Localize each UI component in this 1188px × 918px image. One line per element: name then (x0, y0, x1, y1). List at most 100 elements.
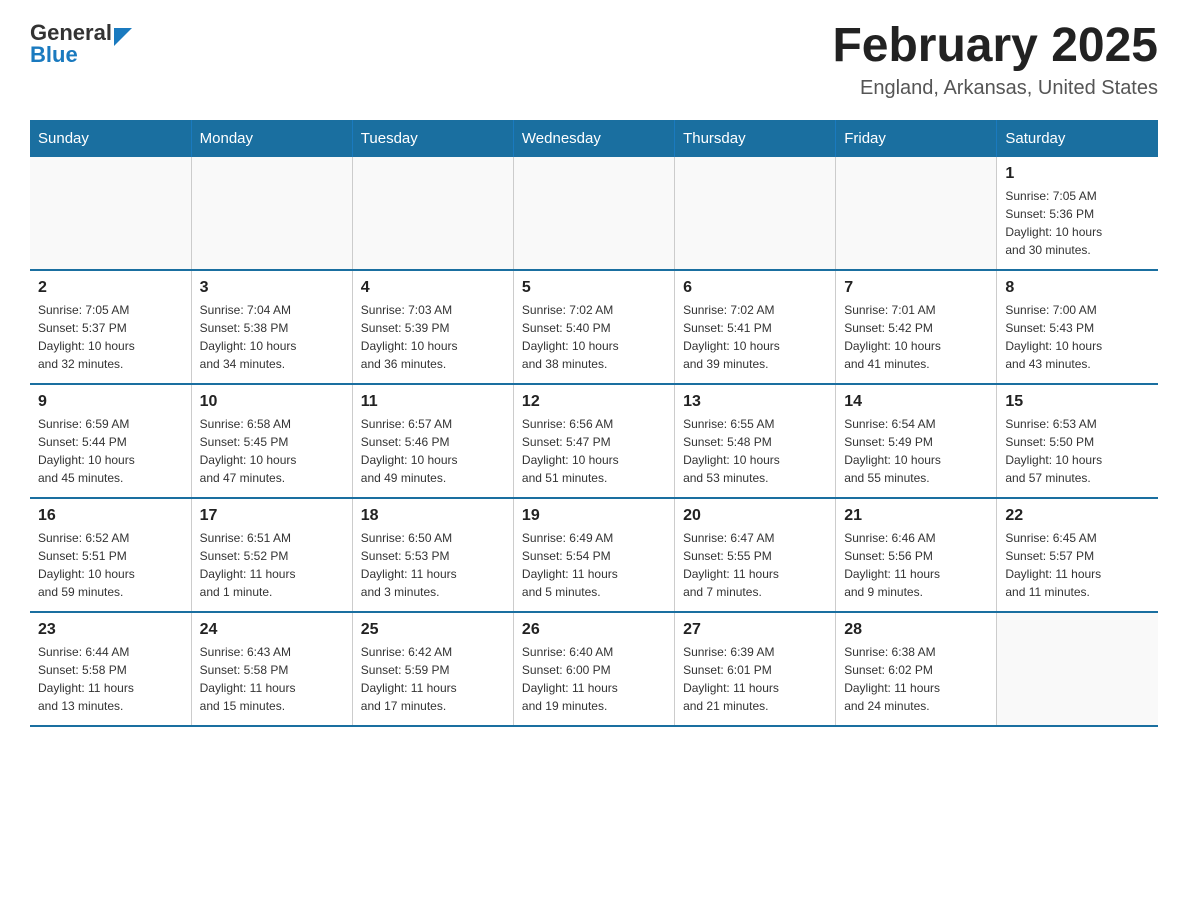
weekday-header-wednesday: Wednesday (513, 120, 674, 157)
calendar-cell: 20 Sunrise: 6:47 AMSunset: 5:55 PMDayligh… (675, 498, 836, 612)
day-number: 8 (1005, 279, 1150, 297)
day-info: Sunrise: 7:03 AMSunset: 5:39 PMDaylight:… (361, 301, 505, 373)
day-info: Sunrise: 7:01 AMSunset: 5:42 PMDaylight:… (844, 301, 988, 373)
calendar-cell (513, 157, 674, 270)
calendar-week-row: 1Sunrise: 7:05 AMSunset: 5:36 PMDaylight… (30, 157, 1158, 270)
calendar-cell: 4 Sunrise: 7:03 AMSunset: 5:39 PMDaylight… (352, 270, 513, 384)
calendar-cell: 8Sunrise: 7:00 AMSunset: 5:43 PMDaylight… (997, 270, 1158, 384)
day-info: Sunrise: 6:46 AMSunset: 5:56 PMDaylight:… (844, 529, 988, 601)
calendar-cell: 3 Sunrise: 7:04 AMSunset: 5:38 PMDaylight… (191, 270, 352, 384)
calendar-week-row: 23 Sunrise: 6:44 AMSunset: 5:58 PMDayligh… (30, 612, 1158, 726)
day-info: Sunrise: 7:05 AMSunset: 5:37 PMDaylight:… (38, 301, 183, 373)
weekday-header-sunday: Sunday (30, 120, 191, 157)
day-number: 19 (522, 507, 666, 525)
day-number: 17 (200, 507, 344, 525)
calendar-cell: 11Sunrise: 6:57 AMSunset: 5:46 PMDayligh… (352, 384, 513, 498)
calendar-cell: 5 Sunrise: 7:02 AMSunset: 5:40 PMDaylight… (513, 270, 674, 384)
calendar-cell: 17 Sunrise: 6:51 AMSunset: 5:52 PMDayligh… (191, 498, 352, 612)
calendar-cell (352, 157, 513, 270)
calendar-cell: 14 Sunrise: 6:54 AMSunset: 5:49 PMDayligh… (836, 384, 997, 498)
weekday-header-monday: Monday (191, 120, 352, 157)
day-number: 22 (1005, 507, 1150, 525)
day-number: 24 (200, 621, 344, 639)
weekday-header-friday: Friday (836, 120, 997, 157)
calendar-cell (30, 157, 191, 270)
day-info: Sunrise: 6:44 AMSunset: 5:58 PMDaylight:… (38, 643, 183, 715)
day-number: 12 (522, 393, 666, 411)
day-info: Sunrise: 6:56 AMSunset: 5:47 PMDaylight:… (522, 415, 666, 487)
calendar-cell (997, 612, 1158, 726)
calendar-cell: 16 Sunrise: 6:52 AMSunset: 5:51 PMDayligh… (30, 498, 191, 612)
day-number: 5 (522, 279, 666, 297)
day-info: Sunrise: 6:54 AMSunset: 5:49 PMDaylight:… (844, 415, 988, 487)
weekday-header-row: SundayMondayTuesdayWednesdayThursdayFrid… (30, 120, 1158, 157)
calendar-week-row: 16 Sunrise: 6:52 AMSunset: 5:51 PMDayligh… (30, 498, 1158, 612)
logo-blue-text: Blue (30, 42, 132, 68)
weekday-header-saturday: Saturday (997, 120, 1158, 157)
calendar-cell: 6 Sunrise: 7:02 AMSunset: 5:41 PMDaylight… (675, 270, 836, 384)
day-info: Sunrise: 6:50 AMSunset: 5:53 PMDaylight:… (361, 529, 505, 601)
calendar-cell: 2Sunrise: 7:05 AMSunset: 5:37 PMDaylight… (30, 270, 191, 384)
day-info: Sunrise: 6:42 AMSunset: 5:59 PMDaylight:… (361, 643, 505, 715)
day-info: Sunrise: 6:51 AMSunset: 5:52 PMDaylight:… (200, 529, 344, 601)
day-info: Sunrise: 6:58 AMSunset: 5:45 PMDaylight:… (200, 415, 344, 487)
calendar-cell: 9Sunrise: 6:59 AMSunset: 5:44 PMDaylight… (30, 384, 191, 498)
weekday-header-tuesday: Tuesday (352, 120, 513, 157)
calendar-cell: 7Sunrise: 7:01 AMSunset: 5:42 PMDaylight… (836, 270, 997, 384)
calendar-cell: 26 Sunrise: 6:40 AMSunset: 6:00 PMDayligh… (513, 612, 674, 726)
day-info: Sunrise: 6:55 AMSunset: 5:48 PMDaylight:… (683, 415, 827, 487)
day-number: 13 (683, 393, 827, 411)
title-area: February 2025 England, Arkansas, United … (832, 20, 1158, 100)
day-number: 16 (38, 507, 183, 525)
day-info: Sunrise: 6:59 AMSunset: 5:44 PMDaylight:… (38, 415, 183, 487)
day-number: 25 (361, 621, 505, 639)
day-number: 15 (1005, 393, 1150, 411)
day-number: 11 (361, 393, 505, 411)
day-number: 26 (522, 621, 666, 639)
day-number: 18 (361, 507, 505, 525)
weekday-header-thursday: Thursday (675, 120, 836, 157)
calendar-cell (675, 157, 836, 270)
calendar-cell: 27 Sunrise: 6:39 AMSunset: 6:01 PMDayligh… (675, 612, 836, 726)
day-number: 23 (38, 621, 183, 639)
calendar-cell: 10 Sunrise: 6:58 AMSunset: 5:45 PMDayligh… (191, 384, 352, 498)
calendar-week-row: 2Sunrise: 7:05 AMSunset: 5:37 PMDaylight… (30, 270, 1158, 384)
calendar-cell (836, 157, 997, 270)
day-info: Sunrise: 6:39 AMSunset: 6:01 PMDaylight:… (683, 643, 827, 715)
calendar-table: SundayMondayTuesdayWednesdayThursdayFrid… (30, 120, 1158, 727)
day-info: Sunrise: 6:43 AMSunset: 5:58 PMDaylight:… (200, 643, 344, 715)
day-info: Sunrise: 7:02 AMSunset: 5:41 PMDaylight:… (683, 301, 827, 373)
day-number: 10 (200, 393, 344, 411)
logo: General Blue (30, 20, 132, 68)
day-number: 28 (844, 621, 988, 639)
day-number: 3 (200, 279, 344, 297)
calendar-cell (191, 157, 352, 270)
calendar-week-row: 9Sunrise: 6:59 AMSunset: 5:44 PMDaylight… (30, 384, 1158, 498)
calendar-cell: 13 Sunrise: 6:55 AMSunset: 5:48 PMDayligh… (675, 384, 836, 498)
day-info: Sunrise: 7:05 AMSunset: 5:36 PMDaylight:… (1005, 187, 1150, 259)
calendar-cell: 28 Sunrise: 6:38 AMSunset: 6:02 PMDayligh… (836, 612, 997, 726)
calendar-cell: 15Sunrise: 6:53 AMSunset: 5:50 PMDayligh… (997, 384, 1158, 498)
day-info: Sunrise: 7:04 AMSunset: 5:38 PMDaylight:… (200, 301, 344, 373)
day-info: Sunrise: 6:52 AMSunset: 5:51 PMDaylight:… (38, 529, 183, 601)
day-number: 27 (683, 621, 827, 639)
day-number: 21 (844, 507, 988, 525)
day-number: 4 (361, 279, 505, 297)
day-info: Sunrise: 6:40 AMSunset: 6:00 PMDaylight:… (522, 643, 666, 715)
day-info: Sunrise: 6:49 AMSunset: 5:54 PMDaylight:… (522, 529, 666, 601)
day-info: Sunrise: 6:47 AMSunset: 5:55 PMDaylight:… (683, 529, 827, 601)
calendar-cell: 18 Sunrise: 6:50 AMSunset: 5:53 PMDayligh… (352, 498, 513, 612)
calendar-cell: 22 Sunrise: 6:45 AMSunset: 5:57 PMDayligh… (997, 498, 1158, 612)
day-info: Sunrise: 6:45 AMSunset: 5:57 PMDaylight:… (1005, 529, 1150, 601)
day-number: 6 (683, 279, 827, 297)
calendar-cell: 25 Sunrise: 6:42 AMSunset: 5:59 PMDayligh… (352, 612, 513, 726)
calendar-cell: 12 Sunrise: 6:56 AMSunset: 5:47 PMDayligh… (513, 384, 674, 498)
page-header: General Blue February 2025 England, Arka… (30, 20, 1158, 100)
day-info: Sunrise: 6:38 AMSunset: 6:02 PMDaylight:… (844, 643, 988, 715)
day-number: 14 (844, 393, 988, 411)
day-number: 20 (683, 507, 827, 525)
calendar-cell: 24 Sunrise: 6:43 AMSunset: 5:58 PMDayligh… (191, 612, 352, 726)
calendar-body: 1Sunrise: 7:05 AMSunset: 5:36 PMDaylight… (30, 157, 1158, 726)
calendar-cell: 19 Sunrise: 6:49 AMSunset: 5:54 PMDayligh… (513, 498, 674, 612)
day-info: Sunrise: 7:02 AMSunset: 5:40 PMDaylight:… (522, 301, 666, 373)
